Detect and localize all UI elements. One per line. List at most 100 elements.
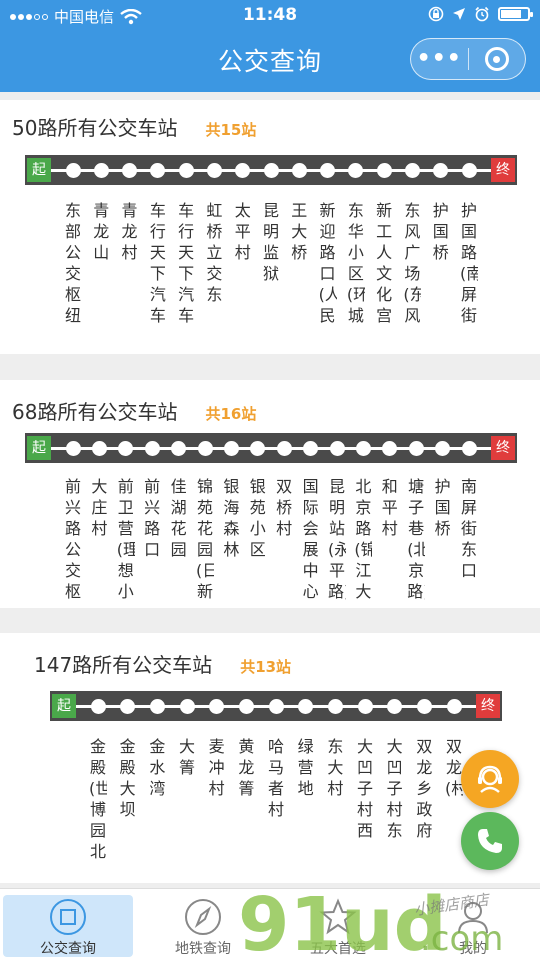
star-icon bbox=[318, 897, 358, 937]
stop-dot bbox=[416, 699, 432, 714]
station-name[interactable]: 青龙山 bbox=[92, 200, 110, 263]
stop-dot bbox=[120, 699, 136, 714]
station-name[interactable]: 车行天下汽车 bbox=[177, 200, 195, 326]
station-name[interactable]: 东华小区(环城 bbox=[347, 200, 365, 326]
stop-dot bbox=[348, 163, 364, 178]
station-name[interactable]: 大凹子村西 bbox=[356, 736, 374, 841]
station-name[interactable]: 和平村 bbox=[381, 476, 399, 539]
battery-icon bbox=[498, 7, 533, 21]
station-name[interactable]: 新迎路口(人民 bbox=[319, 200, 337, 326]
stop-dot bbox=[144, 441, 160, 456]
stop-dot bbox=[150, 163, 166, 178]
more-button[interactable]: ••• bbox=[411, 48, 468, 70]
tab-metro-query[interactable]: 地铁查询 bbox=[138, 895, 268, 957]
station-name[interactable]: 太平村 bbox=[234, 200, 252, 263]
stop-dot bbox=[268, 699, 284, 714]
station-name[interactable]: 前卫营(理想小 bbox=[117, 476, 135, 602]
stop-dot bbox=[376, 163, 392, 178]
stop-dot bbox=[197, 441, 213, 456]
station-name[interactable]: 银苑小区 bbox=[249, 476, 267, 560]
stop-dot bbox=[238, 699, 254, 714]
tab-bus-query[interactable]: 公交查询 bbox=[3, 895, 133, 957]
tab-mine[interactable]: 我的 bbox=[408, 895, 538, 957]
route-header: 50路所有公交车站 共15站 bbox=[12, 112, 256, 141]
stop-dot bbox=[250, 441, 266, 456]
customer-service-button[interactable] bbox=[461, 750, 519, 808]
person-icon bbox=[453, 897, 493, 937]
station-name[interactable]: 哈马者村 bbox=[267, 736, 285, 820]
station-name[interactable]: 前兴路公交枢 bbox=[64, 476, 82, 602]
station-name[interactable]: 护国桥 bbox=[434, 476, 452, 539]
station-name[interactable]: 金殿大坝 bbox=[119, 736, 137, 820]
station-name[interactable]: 车行天下汽车 bbox=[149, 200, 167, 326]
phone-icon bbox=[478, 829, 502, 853]
stop-dot bbox=[291, 163, 307, 178]
route-header: 68路所有公交车站 共16站 bbox=[12, 396, 256, 425]
station-name[interactable]: 金水湾 bbox=[148, 736, 166, 799]
tab-label: 我的 bbox=[459, 941, 487, 957]
stop-dot bbox=[303, 441, 319, 456]
route-line-bar bbox=[51, 447, 491, 450]
stop-dot bbox=[408, 441, 424, 456]
station-name[interactable]: 东部公交枢纽 bbox=[64, 200, 82, 326]
route-title: 147路所有公交车站 bbox=[34, 653, 213, 677]
station-name[interactable]: 新工人文化宫 bbox=[375, 200, 393, 326]
station-name[interactable]: 东风广场(东风 bbox=[403, 200, 421, 326]
station-name[interactable]: 锦苑花园(日新 bbox=[196, 476, 214, 602]
station-name[interactable]: 国际会展中心 bbox=[302, 476, 320, 602]
end-badge: 终 bbox=[476, 694, 500, 718]
stop-dot bbox=[433, 163, 449, 178]
route-card: 50路所有公交车站 共15站 起 终 东部公交枢纽 青龙山 青龙村 车行天下汽车 车行天… bbox=[0, 100, 540, 354]
station-name[interactable]: 护国路(南屏街 bbox=[460, 200, 478, 326]
station-name[interactable]: 青龙村 bbox=[121, 200, 139, 263]
station-name[interactable]: 虹桥立交东 bbox=[205, 200, 223, 305]
route-title: 68路所有公交车站 bbox=[12, 400, 178, 424]
station-name[interactable]: 昆明监狱 bbox=[262, 200, 280, 284]
tab-label: 五大首选 bbox=[310, 941, 366, 957]
stop-dot bbox=[404, 163, 420, 178]
station-name[interactable]: 麦冲村 bbox=[208, 736, 226, 799]
station-name[interactable]: 佳湖花园 bbox=[170, 476, 188, 560]
stop-dot bbox=[122, 163, 138, 178]
stop-dot bbox=[320, 163, 336, 178]
alarm-icon bbox=[475, 6, 489, 22]
station-name[interactable]: 黄龙箐 bbox=[237, 736, 255, 799]
tab-top-five[interactable]: 五大首选 bbox=[273, 895, 403, 957]
stop-dot bbox=[223, 441, 239, 456]
stop-dot bbox=[357, 699, 373, 714]
route-title: 50路所有公交车站 bbox=[12, 116, 178, 140]
stop-dot bbox=[435, 441, 451, 456]
stop-dot bbox=[235, 163, 251, 178]
stop-dot bbox=[206, 163, 222, 178]
station-name[interactable]: 金殿(世博园北 bbox=[89, 736, 107, 862]
station-name[interactable]: 双龙(村 bbox=[445, 736, 463, 799]
phone-call-button[interactable] bbox=[461, 812, 519, 870]
stop-dot bbox=[209, 699, 225, 714]
station-name[interactable]: 北京路(锦江大 bbox=[354, 476, 372, 602]
station-name[interactable]: 大凹子村东 bbox=[386, 736, 404, 841]
status-right bbox=[428, 6, 533, 22]
stop-dot bbox=[329, 441, 345, 456]
station-name[interactable]: 护国桥 bbox=[432, 200, 450, 263]
station-name[interactable]: 塘子巷(北京路) bbox=[407, 476, 425, 602]
station-name[interactable]: 王大桥 bbox=[290, 200, 308, 263]
station-name[interactable]: 绿营地 bbox=[297, 736, 315, 799]
stop-dot bbox=[382, 441, 398, 456]
route-card: 147路所有公交车站 共13站 起 终 金殿(世博园北 金殿大坝 金水湾 大箐 麦冲村黄… bbox=[0, 633, 540, 883]
station-name[interactable]: 银海森林 bbox=[222, 476, 240, 560]
station-name[interactable]: 南屏街东口 bbox=[460, 476, 478, 581]
station-name[interactable]: 昆明站(永平路) bbox=[328, 476, 346, 602]
close-circle-icon bbox=[484, 47, 509, 71]
station-name[interactable]: 双桥村 bbox=[275, 476, 293, 539]
station-name[interactable]: 大庄村 bbox=[90, 476, 108, 539]
stop-dot bbox=[65, 163, 81, 178]
route-header: 147路所有公交车站 共13站 bbox=[34, 649, 291, 678]
stop-dot bbox=[276, 441, 292, 456]
close-button[interactable] bbox=[468, 47, 525, 71]
station-name[interactable]: 东大村 bbox=[326, 736, 344, 799]
station-name[interactable]: 前兴路口 bbox=[143, 476, 161, 560]
station-name[interactable]: 大箐 bbox=[178, 736, 196, 778]
bus-square-icon bbox=[48, 897, 88, 937]
status-bar: 中国电信 11:48 bbox=[0, 0, 540, 32]
station-name[interactable]: 双龙乡政府 bbox=[415, 736, 433, 841]
